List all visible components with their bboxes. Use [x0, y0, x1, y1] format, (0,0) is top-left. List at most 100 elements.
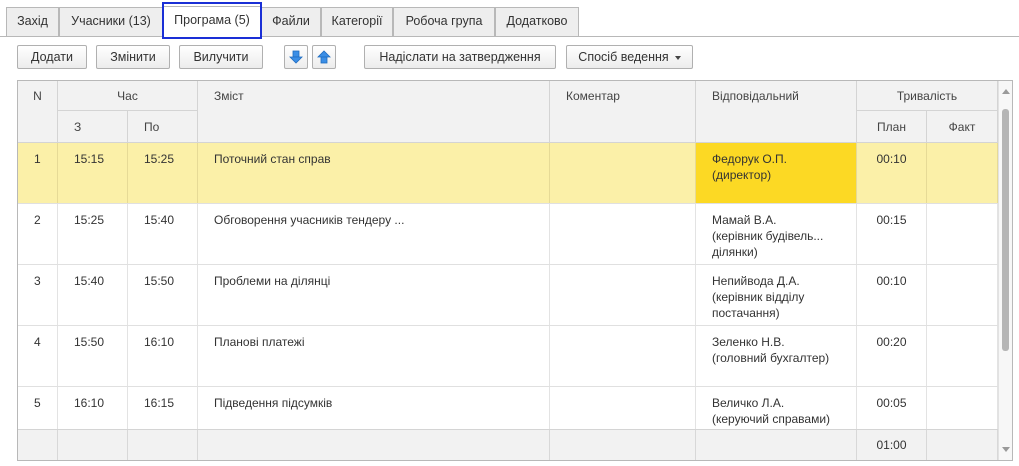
- responsible-name: Величко Л.А.: [712, 396, 785, 410]
- tab-event[interactable]: Захід: [6, 7, 59, 36]
- cell-plan: 00:10: [857, 265, 927, 325]
- tab-additional[interactable]: Додатково: [495, 7, 579, 36]
- responsible-name: Зеленко Н.В.: [712, 335, 785, 349]
- responsible-position: (директор): [712, 168, 772, 182]
- cell-to: 16:15: [128, 387, 198, 429]
- cell-n: 5: [18, 387, 58, 429]
- table-row[interactable]: 3 15:40 15:50 Проблеми на ділянці Непийв…: [18, 265, 998, 326]
- footer-cell: [550, 430, 696, 460]
- edit-button[interactable]: Змінити: [96, 45, 170, 69]
- responsible-position: (керівник будівель...: [712, 229, 824, 243]
- tab-bar: Захід Учасники (13) Програма (5) Файли К…: [0, 0, 1019, 39]
- col-header-n[interactable]: N: [18, 81, 58, 143]
- footer-cell: [58, 430, 128, 460]
- scrollbar-thumb[interactable]: [1002, 109, 1009, 351]
- cell-plan: 00:15: [857, 204, 927, 264]
- table-footer: 01:00: [18, 429, 998, 460]
- table-row[interactable]: 2 15:25 15:40 Обговорення учасників тенд…: [18, 204, 998, 265]
- col-header-fact[interactable]: Факт: [927, 111, 998, 143]
- cell-content: Планові платежі: [198, 326, 550, 386]
- cell-plan: 00:05: [857, 387, 927, 429]
- cell-responsible: Мамай В.А. (керівник будівель... ділянки…: [696, 204, 857, 264]
- col-header-responsible[interactable]: Відповідальний: [696, 81, 857, 143]
- cell-content: Підведення підсумків: [198, 387, 550, 429]
- total-plan: 01:00: [857, 430, 927, 460]
- cell-to: 15:50: [128, 265, 198, 325]
- footer-cell: [128, 430, 198, 460]
- cell-from: 15:50: [58, 326, 128, 386]
- cell-comment: [550, 143, 696, 203]
- cell-n: 2: [18, 204, 58, 264]
- responsible-position-cont: ділянки): [712, 245, 758, 259]
- cell-content: Обговорення учасників тендеру ...: [198, 204, 550, 264]
- cell-fact: [927, 265, 998, 325]
- tab-program[interactable]: Програма (5): [163, 6, 261, 37]
- mode-dropdown[interactable]: Спосіб ведення: [566, 45, 693, 69]
- col-header-comment[interactable]: Коментар: [550, 81, 696, 143]
- mode-dropdown-label: Спосіб ведення: [578, 50, 669, 64]
- cell-content: Проблеми на ділянці: [198, 265, 550, 325]
- table-row[interactable]: 4 15:50 16:10 Планові платежі Зеленко Н.…: [18, 326, 998, 387]
- cell-fact: [927, 326, 998, 386]
- chevron-down-icon: [674, 55, 681, 60]
- scroll-down-icon[interactable]: [1002, 447, 1010, 452]
- cell-to: 15:25: [128, 143, 198, 203]
- cell-n: 3: [18, 265, 58, 325]
- cell-comment: [550, 326, 696, 386]
- table-row[interactable]: 5 16:10 16:15 Підведення підсумків Велич…: [18, 387, 998, 429]
- delete-button[interactable]: Вилучити: [179, 45, 263, 69]
- responsible-name: Мамай В.А.: [712, 213, 777, 227]
- tab-files[interactable]: Файли: [261, 7, 321, 36]
- cell-plan: 00:10: [857, 143, 927, 203]
- cell-fact: [927, 387, 998, 429]
- cell-from: 15:40: [58, 265, 128, 325]
- responsible-position: (головний бухгалтер): [712, 351, 830, 365]
- arrow-up-icon: [317, 50, 331, 64]
- cell-to: 16:10: [128, 326, 198, 386]
- cell-fact: [927, 143, 998, 203]
- table-row[interactable]: 1 15:15 15:25 Поточний стан справ Федору…: [18, 143, 998, 204]
- cell-from: 15:15: [58, 143, 128, 203]
- vertical-scrollbar[interactable]: [998, 81, 1012, 460]
- cell-responsible: Федорук О.П. (директор): [696, 143, 857, 203]
- send-approval-button[interactable]: Надіслати на затвердження: [364, 45, 556, 69]
- cell-responsible: Зеленко Н.В. (головний бухгалтер): [696, 326, 857, 386]
- col-header-content[interactable]: Зміст: [198, 81, 550, 143]
- move-up-button[interactable]: [312, 45, 336, 69]
- col-header-from[interactable]: З: [58, 111, 128, 143]
- tab-participants[interactable]: Учасники (13): [59, 7, 163, 36]
- scroll-up-icon[interactable]: [1002, 89, 1010, 94]
- responsible-position: (керуючий справами): [712, 412, 831, 426]
- footer-cell: [696, 430, 857, 460]
- cell-fact: [927, 204, 998, 264]
- footer-cell: [927, 430, 998, 460]
- program-table[interactable]: N Час З По Зміст Коментар Відповідальний…: [17, 80, 1013, 461]
- col-header-time[interactable]: Час: [58, 81, 198, 111]
- cell-n: 1: [18, 143, 58, 203]
- add-button[interactable]: Додати: [17, 45, 87, 69]
- move-down-button[interactable]: [284, 45, 308, 69]
- tab-working-group[interactable]: Робоча група: [393, 7, 495, 36]
- responsible-name: Непийвода Д.А.: [712, 274, 800, 288]
- cell-comment: [550, 265, 696, 325]
- responsible-position: (керівник відділу: [712, 290, 805, 304]
- cell-to: 15:40: [128, 204, 198, 264]
- responsible-name: Федорук О.П.: [712, 152, 787, 166]
- tab-categories[interactable]: Категорії: [321, 7, 393, 36]
- col-header-duration[interactable]: Тривалість: [857, 81, 998, 111]
- cell-responsible: Величко Л.А. (керуючий справами): [696, 387, 857, 429]
- col-header-plan[interactable]: План: [857, 111, 927, 143]
- cell-responsible: Непийвода Д.А. (керівник відділу постача…: [696, 265, 857, 325]
- arrow-down-icon: [289, 50, 303, 64]
- cell-comment: [550, 204, 696, 264]
- footer-cell: [18, 430, 58, 460]
- cell-plan: 00:20: [857, 326, 927, 386]
- cell-from: 16:10: [58, 387, 128, 429]
- cell-comment: [550, 387, 696, 429]
- tab-bar-divider: [0, 36, 1019, 37]
- col-header-to[interactable]: По: [128, 111, 198, 143]
- cell-content: Поточний стан справ: [198, 143, 550, 203]
- responsible-position-cont: постачання): [712, 306, 780, 320]
- cell-from: 15:25: [58, 204, 128, 264]
- cell-n: 4: [18, 326, 58, 386]
